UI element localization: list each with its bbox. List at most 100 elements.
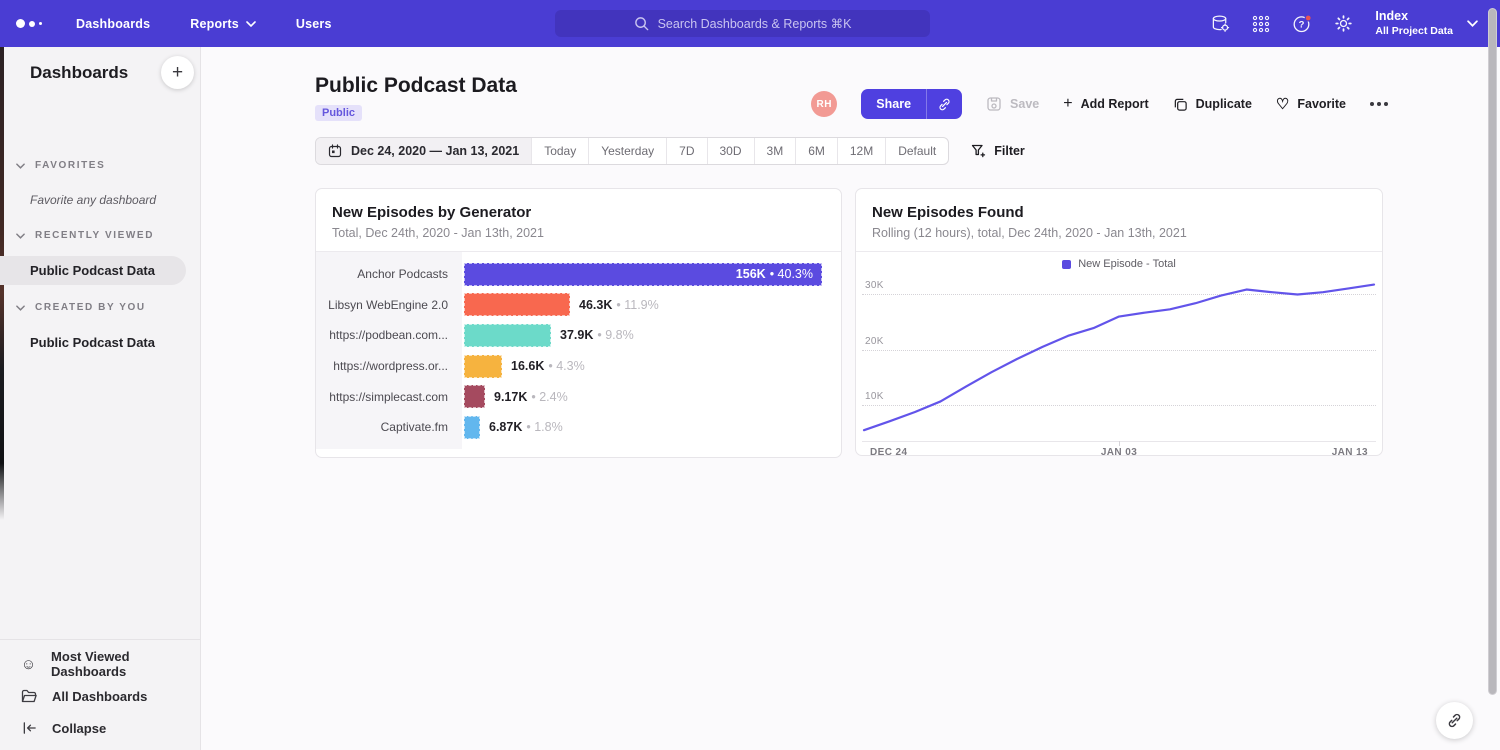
collapse-label: Collapse xyxy=(52,721,106,736)
line-series-new-episode-total xyxy=(864,285,1374,431)
bar-track: 9.17K2.4% xyxy=(464,385,831,408)
chevron-down-icon xyxy=(1467,20,1478,27)
bar-track: 6.87K1.8% xyxy=(464,416,831,439)
most-viewed-label: Most Viewed Dashboards xyxy=(51,649,200,679)
avatar[interactable]: RH xyxy=(811,91,837,117)
chevron-down-icon xyxy=(16,163,25,169)
filter-button[interactable]: Filter xyxy=(971,144,1025,159)
more-options-button[interactable] xyxy=(1370,102,1388,106)
chevron-down-icon xyxy=(246,21,256,27)
range-default-button[interactable]: Default xyxy=(886,138,948,164)
range-6m-button[interactable]: 6M xyxy=(796,138,838,164)
settings-icon[interactable] xyxy=(1334,14,1353,33)
bar-row[interactable]: Libsyn WebEngine 2.0 46.3K11.9% xyxy=(316,290,841,321)
range-yesterday-button[interactable]: Yesterday xyxy=(589,138,667,164)
page-title: Public Podcast Data xyxy=(315,74,517,98)
sidebar: Dashboards + FAVORITES Favorite any dash… xyxy=(0,47,201,750)
calendar-icon xyxy=(328,144,342,158)
line-chart-svg xyxy=(862,276,1376,441)
top-navbar: Dashboards Reports Users Search Dashboar… xyxy=(0,0,1500,47)
nav-reports-label: Reports xyxy=(190,17,239,31)
bar-value-label: 37.9K9.8% xyxy=(560,328,634,342)
sidebar-item-public-podcast-data-active[interactable]: Public Podcast Data xyxy=(0,256,186,285)
chart-legend[interactable]: New Episode - Total xyxy=(856,252,1382,276)
nav-reports[interactable]: Reports xyxy=(190,17,256,31)
bar-row[interactable]: https://wordpress.or... 16.6K4.3% xyxy=(316,351,841,382)
duplicate-button[interactable]: Duplicate xyxy=(1173,97,1252,112)
search-icon xyxy=(634,16,649,31)
add-report-button[interactable]: + Add Report xyxy=(1063,96,1148,112)
card-new-episodes-by-generator[interactable]: New Episodes by Generator Total, Dec 24t… xyxy=(315,188,842,458)
sidebar-footer: ☺ Most Viewed Dashboards All Dashboards … xyxy=(0,639,200,750)
duplicate-icon xyxy=(1173,97,1188,112)
card-title: New Episodes by Generator xyxy=(332,204,825,221)
bar-value-label: 156K40.3% xyxy=(736,267,813,281)
save-label: Save xyxy=(1010,97,1039,111)
bar-row[interactable]: Captivate.fm 6.87K1.8% xyxy=(316,412,841,443)
share-button[interactable]: Share xyxy=(861,89,962,119)
bar-row[interactable]: https://simplecast.com 9.17K2.4% xyxy=(316,381,841,412)
bar-track: 37.9K9.8% xyxy=(464,324,831,347)
filter-label: Filter xyxy=(994,144,1025,158)
favorite-button[interactable]: ♡ Favorite xyxy=(1276,97,1346,112)
sidebar-item-public-podcast-data[interactable]: Public Podcast Data xyxy=(30,335,155,350)
bar-track: 156K40.3% xyxy=(464,263,831,286)
card-header: New Episodes by Generator Total, Dec 24t… xyxy=(316,189,841,252)
range-7d-button[interactable]: 7D xyxy=(667,138,707,164)
legend-label: New Episode - Total xyxy=(1078,258,1176,270)
bar-row[interactable]: https://podbean.com... 37.9K9.8% xyxy=(316,320,841,351)
date-range-button[interactable]: Dec 24, 2020 — Jan 13, 2021 xyxy=(316,138,532,164)
collapse-sidebar-item[interactable]: Collapse xyxy=(0,712,200,744)
help-icon[interactable]: ? xyxy=(1292,14,1312,34)
save-button[interactable]: Save xyxy=(986,96,1039,112)
chevron-down-icon xyxy=(16,305,25,311)
bar-category-label: Captivate.fm xyxy=(316,420,462,434)
section-favorites[interactable]: FAVORITES xyxy=(16,160,105,171)
bar[interactable] xyxy=(464,324,551,347)
date-range-label: Dec 24, 2020 — Jan 13, 2021 xyxy=(351,144,519,158)
date-range-control: Dec 24, 2020 — Jan 13, 2021 Today Yester… xyxy=(315,137,949,165)
nav-users[interactable]: Users xyxy=(296,17,332,31)
share-label[interactable]: Share xyxy=(861,89,926,119)
data-icon[interactable] xyxy=(1211,14,1230,33)
folder-icon xyxy=(20,689,38,703)
search-input[interactable]: Search Dashboards & Reports ⌘K xyxy=(555,10,930,37)
range-12m-button[interactable]: 12M xyxy=(838,138,886,164)
x-tick-label: JAN 03 xyxy=(1101,447,1137,458)
bar-category-label: Anchor Podcasts xyxy=(316,267,462,281)
bar[interactable] xyxy=(464,385,485,408)
vertical-scrollbar[interactable] xyxy=(1488,8,1497,695)
card-subtitle: Rolling (12 hours), total, Dec 24th, 202… xyxy=(872,226,1366,240)
bar[interactable] xyxy=(464,355,502,378)
section-created-by-you-label: CREATED BY YOU xyxy=(35,302,146,313)
favorite-label: Favorite xyxy=(1297,97,1346,111)
bar[interactable]: 156K40.3% xyxy=(464,263,822,286)
project-selector[interactable]: Index All Project Data xyxy=(1375,9,1478,38)
bar[interactable] xyxy=(464,416,480,439)
range-today-button[interactable]: Today xyxy=(532,138,589,164)
main-content: Public Podcast Data Public RH Share Save… xyxy=(202,47,1500,750)
card-new-episodes-found[interactable]: New Episodes Found Rolling (12 hours), t… xyxy=(855,188,1383,456)
duplicate-label: Duplicate xyxy=(1196,97,1252,111)
copy-link-floating-button[interactable] xyxy=(1436,702,1473,739)
card-title: New Episodes Found xyxy=(872,204,1366,221)
nav-dashboards[interactable]: Dashboards xyxy=(76,17,150,31)
heart-icon: ♡ xyxy=(1276,97,1289,112)
line-chart: 30K 20K 10K DEC 24 JAN 03 JAN 13 xyxy=(862,276,1376,462)
bar-row[interactable]: Anchor Podcasts 156K40.3% xyxy=(316,259,841,290)
all-dashboards-item[interactable]: All Dashboards xyxy=(0,680,200,712)
legend-swatch xyxy=(1062,260,1071,269)
range-30d-button[interactable]: 30D xyxy=(708,138,755,164)
section-recently-viewed[interactable]: RECENTLY VIEWED xyxy=(16,230,154,241)
bar[interactable] xyxy=(464,293,570,316)
section-created-by-you[interactable]: CREATED BY YOU xyxy=(16,302,146,313)
mixpanel-logo[interactable] xyxy=(16,19,50,28)
add-dashboard-button[interactable]: + xyxy=(161,56,194,89)
range-3m-button[interactable]: 3M xyxy=(755,138,797,164)
share-link-icon[interactable] xyxy=(926,89,962,119)
apps-grid-icon[interactable] xyxy=(1252,15,1270,33)
most-viewed-dashboards-item[interactable]: ☺ Most Viewed Dashboards xyxy=(0,648,200,680)
save-icon xyxy=(986,96,1002,112)
bar-chart: Anchor Podcasts 156K40.3% Libsyn WebEngi… xyxy=(316,252,841,462)
favorites-empty-text: Favorite any dashboard xyxy=(30,193,156,207)
